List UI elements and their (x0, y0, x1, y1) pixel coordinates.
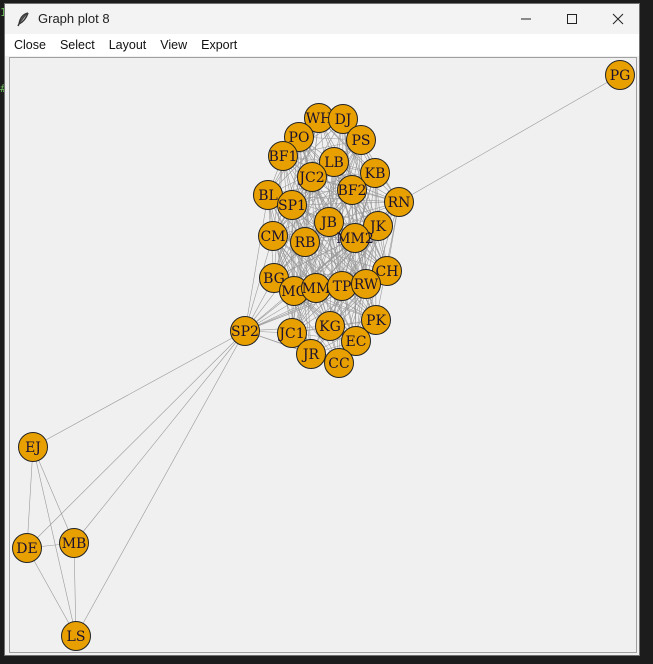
node-label: RB (295, 235, 316, 251)
node-label: DJ (335, 112, 352, 128)
node-label: PK (366, 313, 386, 329)
node-label: CC (328, 356, 349, 372)
graph-edge (26, 446, 34, 549)
node-label: TP (333, 279, 352, 295)
node-label: BF2 (338, 183, 367, 199)
graph-node-mm[interactable]: MM (301, 273, 331, 303)
graph-node-sp2[interactable]: SP2 (230, 316, 260, 346)
node-label: EJ (25, 440, 41, 456)
graph-node-jr[interactable]: JR (296, 339, 326, 369)
graph-edge (75, 330, 246, 637)
node-label: BF1 (269, 149, 298, 165)
graph-node-ej[interactable]: EJ (18, 432, 48, 462)
node-label: KB (365, 166, 386, 182)
node-label: KG (319, 319, 341, 335)
graph-edge (32, 446, 75, 544)
node-label: JC2 (297, 170, 324, 186)
network-graph[interactable]: PGWH DJPO PSBF1 LBKBJC2BF2BL RNSP1JB JKCM RB MM… (0, 0, 653, 664)
graph-edge (26, 330, 246, 549)
node-label: PO (289, 130, 310, 146)
node-label: JB (319, 215, 337, 231)
node-label: BL (258, 188, 278, 204)
graph-node-rb[interactable]: RB (290, 227, 320, 257)
graph-node-ls[interactable]: LS (61, 621, 91, 651)
graph-node-bf1[interactable]: BF1 (268, 141, 298, 171)
graph-edge (26, 547, 77, 637)
graph-node-cm[interactable]: CM (258, 221, 288, 251)
graph-edge (398, 74, 621, 203)
graph-node-mb[interactable]: MB (59, 528, 89, 558)
node-label: JR (301, 347, 320, 363)
node-label: LB (324, 155, 344, 171)
graph-node-jc2[interactable]: JC2 (297, 162, 327, 192)
graph-node-sp1[interactable]: SP1 (277, 190, 307, 220)
node-label: MM (302, 281, 331, 297)
graph-node-kg[interactable]: KG (315, 311, 345, 341)
node-label: DE (16, 541, 37, 557)
node-label: SP1 (278, 198, 306, 214)
node-label: PG (610, 68, 631, 84)
graph-node-de[interactable]: DE (12, 533, 42, 563)
graph-node-pg[interactable]: PG (605, 60, 635, 90)
node-label: RW (354, 277, 379, 293)
node-label: MB (62, 536, 87, 552)
node-label: EC (346, 334, 367, 350)
node-label: LS (67, 629, 86, 645)
graph-node-bf2[interactable]: BF2 (337, 175, 367, 205)
node-label: PS (351, 133, 370, 149)
node-label: JC1 (277, 326, 304, 342)
node-label: SP2 (231, 324, 259, 340)
graph-edge (73, 330, 246, 544)
graph-node-ps[interactable]: PS (346, 125, 376, 155)
node-label: RN (388, 195, 411, 211)
node-label: CM (260, 229, 285, 245)
graph-node-rn[interactable]: RN (384, 187, 414, 217)
graph-node-rw[interactable]: RW (351, 269, 381, 299)
node-label: MM2 (336, 231, 374, 247)
graph-node-cc[interactable]: CC (324, 348, 354, 378)
